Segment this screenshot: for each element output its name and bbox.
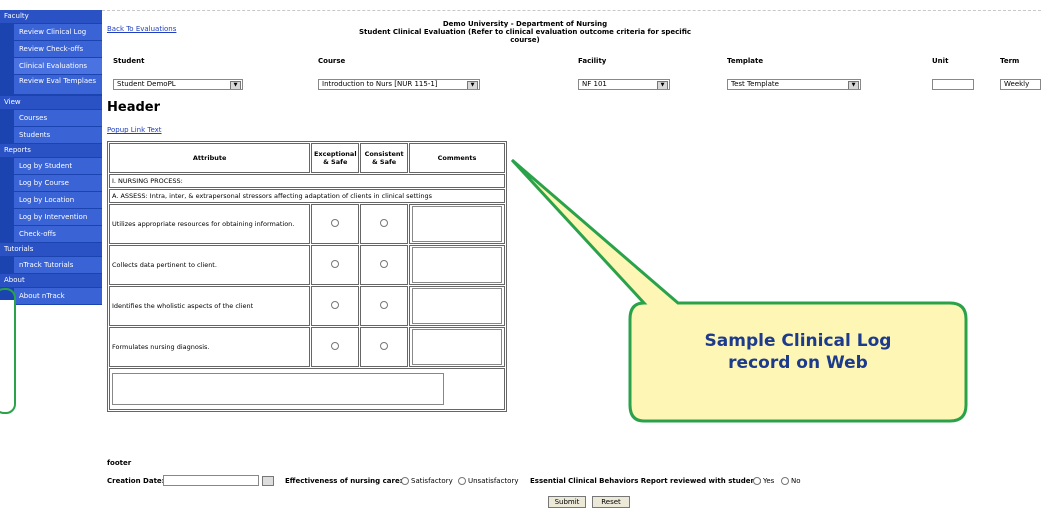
comments-textarea[interactable] <box>412 329 502 365</box>
template-label: Template <box>727 57 764 65</box>
chevron-down-icon: ▼ <box>657 81 668 89</box>
col-comments: Comments <box>409 143 505 173</box>
attribute-cell: Collects data pertinent to client. <box>109 245 311 285</box>
table-header-row: Attribute Exceptional & Safe Consistent … <box>109 143 505 173</box>
section-row-nursing-process: I. NURSING PROCESS: <box>109 174 505 188</box>
top-divider <box>102 10 1041 11</box>
exceptional-radio[interactable] <box>331 301 340 309</box>
consistent-radio[interactable] <box>380 342 389 350</box>
student-label: Student <box>113 57 145 65</box>
course-select-value: Introduction to Nurs [NUR 115-1] <box>322 80 438 88</box>
reset-button[interactable]: Reset <box>592 496 630 508</box>
term-select-value: Weekly <box>1004 80 1030 88</box>
creation-date-label: Creation Date: <box>107 477 165 485</box>
sidebar-item-about-ntrack[interactable]: About nTrack <box>14 288 102 305</box>
sidebar-item-students[interactable]: Students <box>14 127 102 144</box>
popup-link[interactable]: Popup Link Text <box>107 126 162 134</box>
exceptional-radio[interactable] <box>331 342 340 350</box>
no-label: No <box>791 477 801 485</box>
satisfactory-label: Satisfactory <box>411 477 453 485</box>
page-title: Demo University - Department of Nursing … <box>330 20 720 44</box>
title-line-1: Demo University - Department of Nursing <box>442 20 608 28</box>
sidebar-section-tutorials: Tutorials <box>0 243 102 256</box>
callout-shape <box>510 158 968 423</box>
attribute-cell: Identifies the wholistic aspects of the … <box>109 286 311 326</box>
creation-date-input[interactable] <box>163 475 259 486</box>
facility-select-value: NF 101 <box>582 80 607 88</box>
callout-text: Sample Clinical Log record on Web <box>640 330 956 374</box>
callout-line-1: Sample Clinical Log <box>704 331 892 351</box>
exceptional-radio[interactable] <box>331 219 340 227</box>
evaluation-table: Attribute Exceptional & Safe Consistent … <box>107 141 507 412</box>
comments-textarea[interactable] <box>412 288 502 324</box>
student-select-value: Student DemoPL <box>117 80 176 88</box>
section-header: Header <box>107 100 161 115</box>
section-row-assess: A. ASSESS: Intra, inter, & extrapersonal… <box>109 189 505 203</box>
template-select[interactable]: Test Template ▼ <box>727 79 861 90</box>
back-to-evaluations-link[interactable]: Back To Evaluations <box>107 25 176 33</box>
facility-select[interactable]: NF 101 ▼ <box>578 79 670 90</box>
sidebar-item-check-offs[interactable]: Check-offs <box>14 226 102 243</box>
unit-label: Unit <box>932 57 949 65</box>
calendar-icon[interactable] <box>262 476 274 486</box>
sidebar-item-log-by-intervention[interactable]: Log by Intervention <box>14 209 102 226</box>
attribute-cell: Formulates nursing diagnosis. <box>109 327 311 367</box>
chevron-down-icon: ▼ <box>467 81 478 89</box>
unit-input[interactable] <box>932 79 974 90</box>
comments-textarea[interactable] <box>412 206 502 242</box>
chevron-down-icon: ▼ <box>848 81 859 89</box>
behaviors-label: Essential Clinical Behaviors Report revi… <box>530 477 762 485</box>
sidebar-section-about: About <box>0 274 102 287</box>
footer-label: footer <box>107 459 132 467</box>
chevron-down-icon: ▼ <box>230 81 241 89</box>
col-attribute: Attribute <box>109 143 311 173</box>
title-line-2: Student Clinical Evaluation (Refer to cl… <box>358 28 692 36</box>
col-consistent: Consistent & Safe <box>360 143 408 173</box>
course-select[interactable]: Introduction to Nurs [NUR 115-1] ▼ <box>318 79 480 90</box>
comments-textarea[interactable] <box>412 247 502 283</box>
no-radio[interactable] <box>781 477 789 485</box>
sidebar-item-log-by-student[interactable]: Log by Student <box>14 158 102 175</box>
sidebar-item-ntrack-tutorials[interactable]: nTrack Tutorials <box>14 257 102 274</box>
term-label: Term <box>1000 57 1020 65</box>
sidebar-section-view: View <box>0 96 102 109</box>
effectiveness-label: Effectiveness of nursing care: <box>285 477 403 485</box>
unsatisfactory-label: Unsatisfactory <box>468 477 519 485</box>
table-row: Formulates nursing diagnosis. <box>109 327 505 367</box>
term-select[interactable]: Weekly <box>1000 79 1041 90</box>
facility-label: Facility <box>578 57 607 65</box>
table-row: Identifies the wholistic aspects of the … <box>109 286 505 326</box>
col-exceptional: Exceptional & Safe <box>311 143 360 173</box>
sidebar-section-reports: Reports <box>0 144 102 157</box>
consistent-radio[interactable] <box>380 260 389 268</box>
sidebar-item-clinical-evaluations[interactable]: Clinical Evaluations <box>14 58 102 75</box>
submit-button[interactable]: Submit <box>548 496 586 508</box>
callout-frame-fragment <box>0 288 16 414</box>
sidebar-item-review-check-offs[interactable]: Review Check-offs <box>14 41 102 58</box>
sidebar-item-courses[interactable]: Courses <box>14 110 102 127</box>
template-select-value: Test Template <box>731 80 779 88</box>
table-row: Utilizes appropriate resources for obtai… <box>109 204 505 244</box>
sidebar-item-log-by-location[interactable]: Log by Location <box>14 192 102 209</box>
sidebar-item-review-eval-templates[interactable]: Review Eval Templaes <box>14 75 102 95</box>
consistent-radio[interactable] <box>380 301 389 309</box>
title-line-3: course) <box>510 36 540 44</box>
yes-radio[interactable] <box>753 477 761 485</box>
callout-line-2: record on Web <box>728 353 868 373</box>
unsatisfactory-radio[interactable] <box>458 477 466 485</box>
sidebar-item-log-by-course[interactable]: Log by Course <box>14 175 102 192</box>
sidebar-item-review-clinical-log[interactable]: Review Clinical Log <box>14 24 102 41</box>
yes-label: Yes <box>763 477 775 485</box>
student-select[interactable]: Student DemoPL ▼ <box>113 79 243 90</box>
sidebar: Faculty Review Clinical Log Review Check… <box>0 10 102 305</box>
table-row: Collects data pertinent to client. <box>109 245 505 285</box>
sidebar-section-faculty: Faculty <box>0 10 102 23</box>
general-comments-textarea[interactable] <box>112 373 444 405</box>
satisfactory-radio[interactable] <box>401 477 409 485</box>
attribute-cell: Utilizes appropriate resources for obtai… <box>109 204 311 244</box>
consistent-radio[interactable] <box>380 219 389 227</box>
course-label: Course <box>318 57 346 65</box>
exceptional-radio[interactable] <box>331 260 340 268</box>
